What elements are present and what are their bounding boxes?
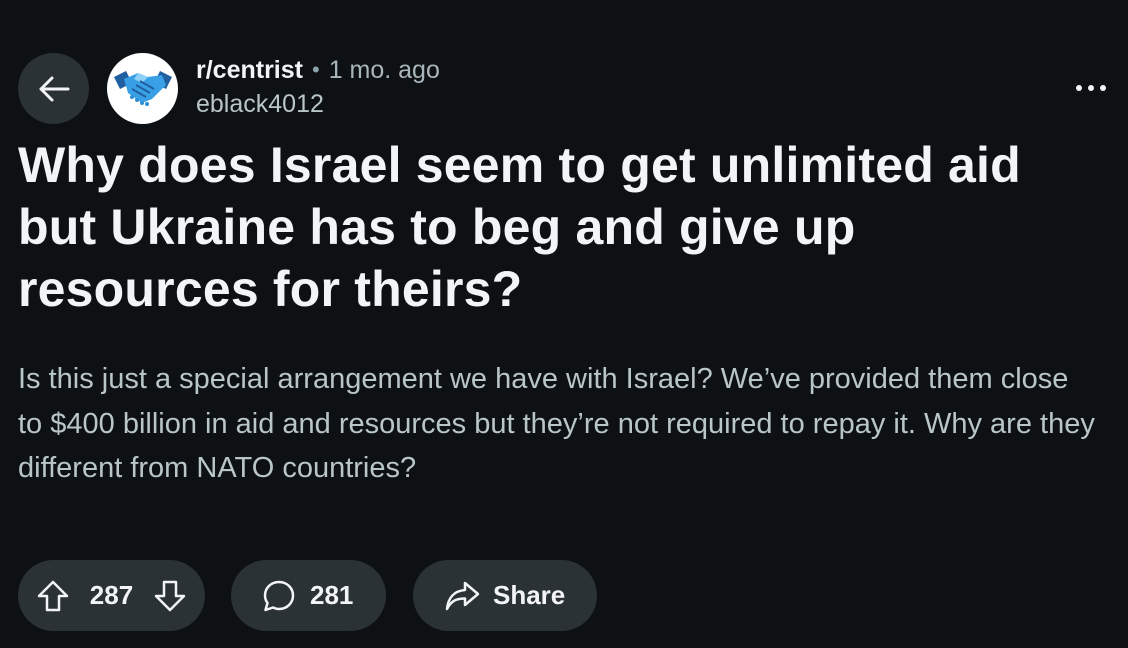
arrow-down-icon [154, 580, 186, 611]
subreddit-link[interactable]: r/centrist [196, 53, 303, 87]
post-meta: r/centrist • 1 mo. ago eblack4012 [196, 53, 440, 121]
subreddit-avatar[interactable] [107, 53, 178, 124]
more-options-button[interactable] [1076, 76, 1106, 100]
meta-row: r/centrist • 1 mo. ago [196, 53, 440, 87]
comment-count: 281 [310, 580, 354, 610]
more-horizontal-icon-dot [1100, 85, 1106, 91]
share-arrow-icon [445, 581, 480, 610]
post-actions: 287 281 Share [18, 560, 597, 631]
back-button[interactable] [18, 53, 89, 124]
arrow-up-icon [37, 580, 69, 611]
more-horizontal-icon-dot [1088, 85, 1094, 91]
share-button[interactable]: Share [413, 560, 597, 631]
vote-control: 287 [18, 560, 205, 631]
post-body: Is this just a special arrangement we ha… [18, 363, 1095, 484]
downvote-button[interactable] [153, 579, 187, 613]
post-time: 1 mo. ago [328, 55, 440, 84]
share-label: Share [493, 580, 566, 610]
speech-bubble-icon [263, 580, 295, 611]
meta-separator: • [311, 56, 320, 82]
post-page: r/centrist • 1 mo. ago eblack4012 Why do… [0, 0, 1128, 648]
post-header: r/centrist • 1 mo. ago eblack4012 [18, 53, 440, 124]
handshake-icon [113, 70, 172, 106]
more-horizontal-icon-dot [1076, 85, 1082, 91]
vote-count: 287 [89, 580, 134, 610]
author-link[interactable]: eblack4012 [196, 87, 440, 121]
comments-button[interactable]: 281 [231, 560, 386, 631]
upvote-button[interactable] [36, 579, 70, 613]
post-title: Why does Israel seem to get unlimited ai… [18, 137, 1021, 317]
arrow-left-icon [39, 76, 69, 101]
